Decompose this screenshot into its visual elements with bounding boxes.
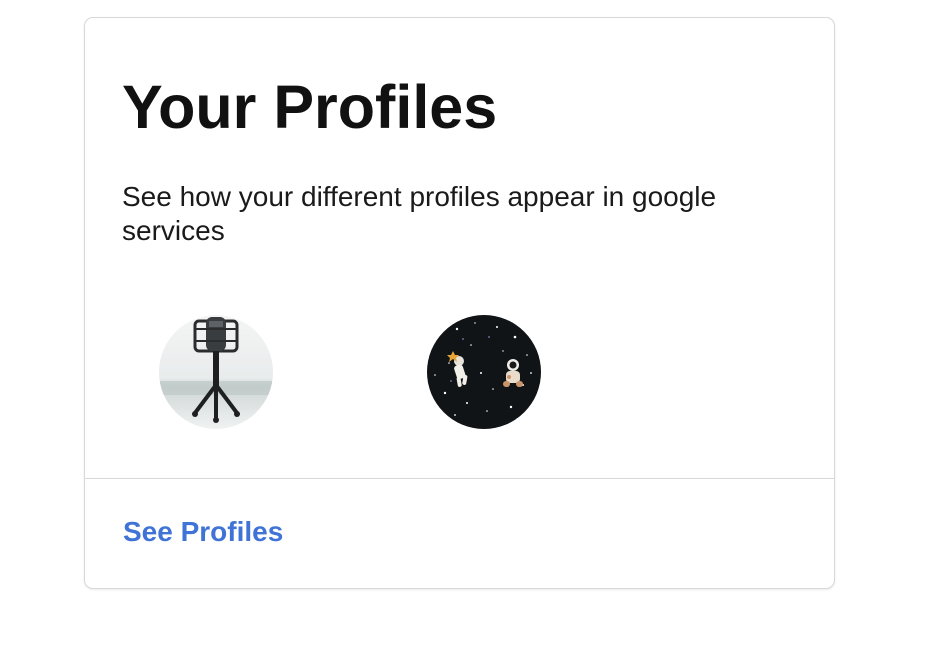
profile-avatar-microphone[interactable] [159, 315, 273, 429]
card-title: Your Profiles [122, 73, 498, 141]
profile-avatar-astronauts[interactable] [427, 315, 541, 429]
profiles-card: Your Profiles See how your different pro… [84, 17, 835, 589]
microphone-stand-icon [159, 315, 273, 429]
astronauts-space-icon [427, 315, 541, 429]
card-divider [85, 478, 834, 479]
card-description: See how your different profiles appear i… [122, 181, 717, 246]
card-body: Your Profiles See how your different pro… [85, 18, 834, 478]
see-profiles-link[interactable]: See Profiles [123, 516, 283, 548]
